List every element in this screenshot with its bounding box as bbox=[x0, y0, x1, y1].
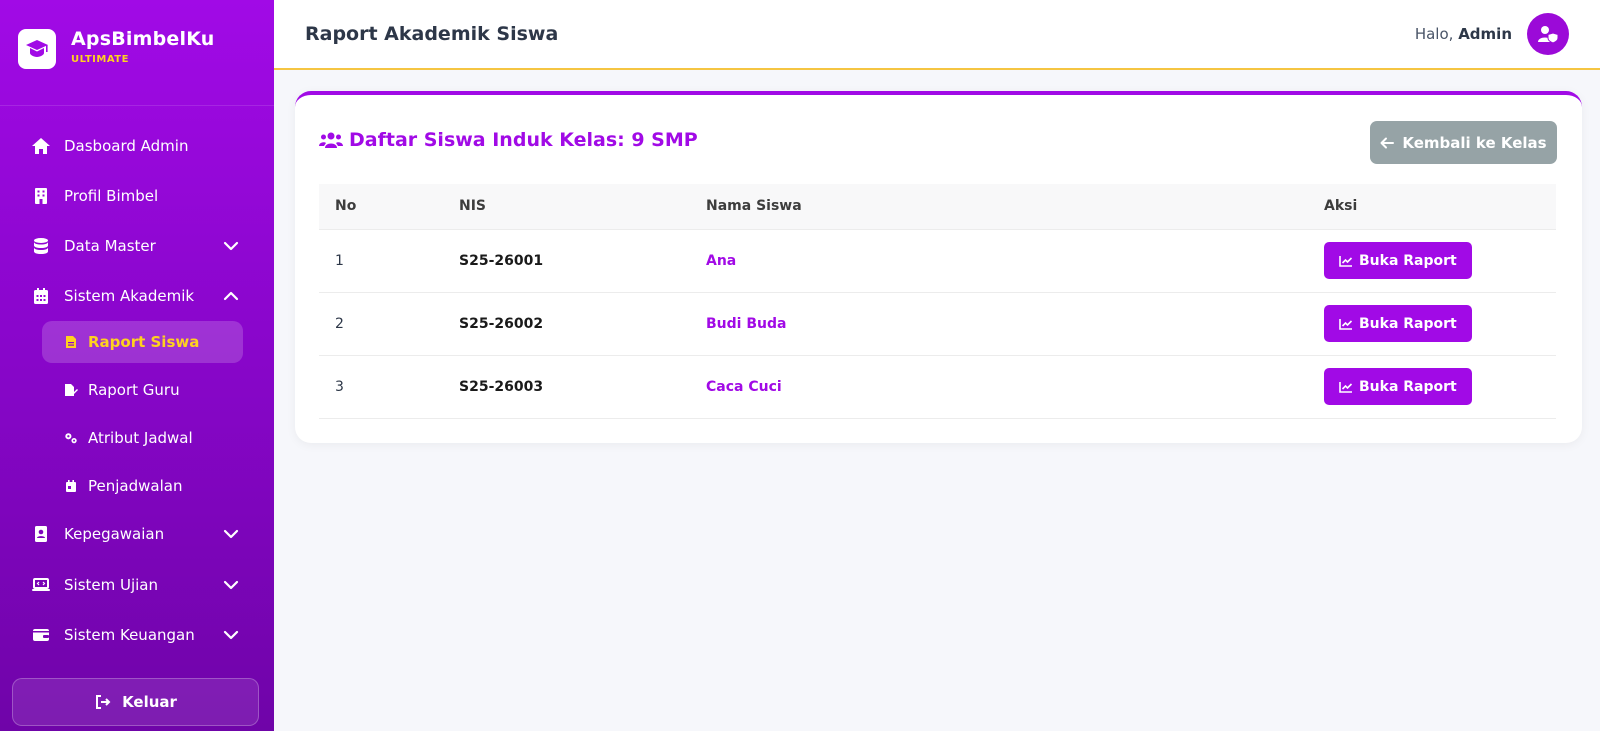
file-icon bbox=[64, 335, 78, 349]
sidebar-item-label: Kepegawaian bbox=[64, 525, 165, 543]
users-icon bbox=[319, 130, 343, 150]
sidebar-item-label: Sistem Akademik bbox=[64, 287, 195, 305]
logout-label: Keluar bbox=[122, 693, 177, 711]
card-title-text: Daftar Siswa Induk Kelas: 9 SMP bbox=[349, 129, 698, 151]
open-report-label: Buka Raport bbox=[1359, 378, 1457, 395]
sidebar-item-profil-bimbel[interactable]: Profil Bimbel bbox=[30, 181, 244, 211]
id-card-icon bbox=[30, 523, 52, 545]
chevron-down-icon bbox=[222, 576, 240, 594]
sidebar-item-sistem-keuangan[interactable]: Sistem Keuangan bbox=[30, 620, 244, 650]
brand-subtitle: ULTIMATE bbox=[71, 54, 129, 65]
brand[interactable]: ApsBimbelKu ULTIMATE bbox=[0, 0, 274, 106]
sidebar: ApsBimbelKu ULTIMATE Dasboard Admin Prof… bbox=[0, 0, 274, 731]
column-header-nis: NIS bbox=[443, 184, 690, 230]
sidebar-subitem-raport-siswa[interactable]: Raport Siswa bbox=[42, 321, 243, 363]
file-signature-icon bbox=[64, 383, 78, 397]
card-title: Daftar Siswa Induk Kelas: 9 SMP bbox=[319, 129, 698, 151]
top-header: Raport Akademik Siswa Halo, Admin bbox=[274, 0, 1600, 70]
sidebar-subitem-atribut-jadwal[interactable]: Atribut Jadwal bbox=[42, 417, 243, 459]
sidebar-item-label: Sistem Keuangan bbox=[64, 626, 195, 644]
chevron-up-icon bbox=[222, 287, 240, 305]
database-icon bbox=[30, 235, 52, 257]
building-icon bbox=[30, 185, 52, 207]
home-icon bbox=[30, 135, 52, 157]
student-list-card: Daftar Siswa Induk Kelas: 9 SMP Kembali … bbox=[295, 91, 1582, 443]
graduation-cap-icon bbox=[18, 29, 56, 69]
user-greeting: Halo, Admin bbox=[1415, 25, 1512, 43]
chart-line-icon bbox=[1339, 380, 1353, 394]
cell-nis: S25-26002 bbox=[443, 292, 690, 356]
table-row: 3 S25-26003 Caca Cuci Buka Raport bbox=[319, 355, 1556, 419]
cell-no: 3 bbox=[319, 355, 443, 419]
sidebar-subitem-penjadwalan[interactable]: Penjadwalan bbox=[42, 465, 243, 507]
sidebar-item-label: Profil Bimbel bbox=[64, 187, 159, 205]
sidebar-item-dashboard[interactable]: Dasboard Admin bbox=[30, 131, 244, 161]
table-row: 2 S25-26002 Budi Buda Buka Raport bbox=[319, 292, 1556, 356]
back-button-label: Kembali ke Kelas bbox=[1402, 133, 1547, 152]
cell-nis: S25-26003 bbox=[443, 355, 690, 419]
sidebar-item-sistem-ujian[interactable]: Sistem Ujian bbox=[30, 570, 244, 600]
cell-student-name[interactable]: Ana bbox=[690, 229, 1308, 293]
calendar-day-icon bbox=[64, 479, 78, 493]
table-row: 1 S25-26001 Ana Buka Raport bbox=[319, 229, 1556, 293]
chart-line-icon bbox=[1339, 317, 1353, 331]
chevron-down-icon bbox=[222, 525, 240, 543]
calendar-icon bbox=[30, 285, 52, 307]
brand-name: ApsBimbelKu bbox=[71, 28, 215, 50]
student-table: No NIS Nama Siswa Aksi 1 S25-26001 Ana B… bbox=[319, 184, 1556, 419]
user-shield-icon[interactable] bbox=[1527, 13, 1569, 55]
open-report-button[interactable]: Buka Raport bbox=[1324, 305, 1472, 342]
laptop-code-icon bbox=[30, 574, 52, 596]
column-header-aksi: Aksi bbox=[1308, 184, 1556, 230]
page-title: Raport Akademik Siswa bbox=[305, 23, 559, 45]
open-report-button[interactable]: Buka Raport bbox=[1324, 368, 1472, 405]
user-name: Admin bbox=[1458, 25, 1512, 43]
sidebar-item-label: Data Master bbox=[64, 237, 156, 255]
table-header-row: No NIS Nama Siswa Aksi bbox=[319, 184, 1556, 230]
greeting-text: Halo, bbox=[1414, 25, 1454, 43]
open-report-button[interactable]: Buka Raport bbox=[1324, 242, 1472, 279]
sidebar-item-label: Dasboard Admin bbox=[64, 137, 189, 155]
sidebar-item-kepegawaian[interactable]: Kepegawaian bbox=[30, 519, 244, 549]
cell-action: Buka Raport bbox=[1308, 229, 1556, 293]
wallet-icon bbox=[30, 624, 52, 646]
chevron-down-icon bbox=[222, 237, 240, 255]
chart-line-icon bbox=[1339, 254, 1353, 268]
sidebar-item-sistem-akademik[interactable]: Sistem Akademik bbox=[30, 281, 244, 311]
back-to-class-button[interactable]: Kembali ke Kelas bbox=[1370, 121, 1557, 164]
sidebar-item-label: Sistem Ujian bbox=[64, 576, 159, 594]
sidebar-subitem-label: Penjadwalan bbox=[88, 477, 183, 495]
logout-button[interactable]: Keluar bbox=[12, 678, 259, 726]
cell-action: Buka Raport bbox=[1308, 355, 1556, 419]
column-header-no: No bbox=[319, 184, 443, 230]
arrow-left-icon bbox=[1380, 136, 1395, 150]
cell-student-name[interactable]: Caca Cuci bbox=[690, 355, 1308, 419]
column-header-nama-siswa: Nama Siswa bbox=[690, 184, 1308, 230]
sidebar-item-data-master[interactable]: Data Master bbox=[30, 231, 244, 261]
cell-student-name[interactable]: Budi Buda bbox=[690, 292, 1308, 356]
gears-icon bbox=[64, 431, 78, 445]
chevron-down-icon bbox=[222, 626, 240, 644]
sidebar-subitem-label: Raport Guru bbox=[88, 381, 180, 399]
sign-out-icon bbox=[94, 693, 112, 711]
cell-action: Buka Raport bbox=[1308, 292, 1556, 356]
open-report-label: Buka Raport bbox=[1359, 252, 1457, 269]
cell-no: 1 bbox=[319, 229, 443, 293]
cell-nis: S25-26001 bbox=[443, 229, 690, 293]
open-report-label: Buka Raport bbox=[1359, 315, 1457, 332]
sidebar-subitem-label: Atribut Jadwal bbox=[88, 429, 193, 447]
cell-no: 2 bbox=[319, 292, 443, 356]
sidebar-subitem-label: Raport Siswa bbox=[88, 333, 200, 351]
sidebar-subitem-raport-guru[interactable]: Raport Guru bbox=[42, 369, 243, 411]
